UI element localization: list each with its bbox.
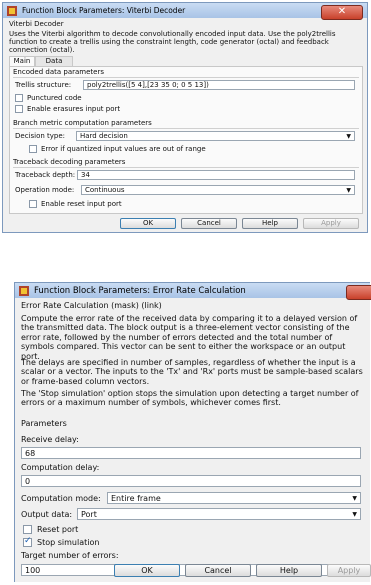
viterbi-window-title: Function Block Parameters: Viterbi Decod… xyxy=(22,6,186,15)
viterbi-apply-button[interactable]: Apply xyxy=(303,218,359,229)
erasures-checkbox[interactable] xyxy=(15,105,23,113)
reset-input-label: Enable reset input port xyxy=(41,200,122,208)
operation-mode-value: Continuous xyxy=(85,186,125,194)
traceback-group-title: Traceback decoding parameters xyxy=(13,158,126,166)
error-rate-heading: Error Rate Calculation (mask) (link) xyxy=(21,301,162,310)
trellis-structure-field[interactable]: poly2trellis([5 4],[23 35 0; 0 5 13]) xyxy=(83,80,355,90)
output-data-label: Output data: xyxy=(21,510,73,519)
computation-mode-label: Computation mode: xyxy=(21,494,101,503)
trellis-label: Trellis structure: xyxy=(15,81,72,89)
computation-mode-value: Entire frame xyxy=(111,494,161,503)
viterbi-titlebar[interactable]: Function Block Parameters: Viterbi Decod… xyxy=(3,1,367,20)
error-rate-window-title: Function Block Parameters: Error Rate Ca… xyxy=(34,285,246,296)
error-rate-close-button[interactable] xyxy=(346,285,371,300)
traceback-depth-label: Traceback depth: xyxy=(15,171,76,179)
error-rate-para3: The 'Stop simulation' option stops the s… xyxy=(21,389,359,408)
parameters-heading: Parameters xyxy=(21,419,67,428)
viterbi-close-button[interactable]: ✕ xyxy=(321,5,363,20)
decision-type-select[interactable]: Hard decision ▼ xyxy=(76,131,355,141)
error-rate-para1: Compute the error rate of the received d… xyxy=(21,314,358,361)
chevron-down-icon: ▼ xyxy=(346,187,351,194)
encoded-group-rule xyxy=(13,77,359,78)
viterbi-block-name: Viterbi Decoder xyxy=(9,20,64,28)
computation-delay-label: Computation delay: xyxy=(21,463,100,472)
decision-type-value: Hard decision xyxy=(80,132,128,140)
computation-mode-select[interactable]: Entire frame ▼ xyxy=(107,492,361,504)
punctured-code-label: Punctured code xyxy=(27,94,82,102)
encoded-group-title: Encoded data parameters xyxy=(13,68,105,76)
chevron-down-icon: ▼ xyxy=(352,495,357,502)
error-rate-help-button[interactable]: Help xyxy=(256,564,322,577)
stop-simulation-label: Stop simulation xyxy=(37,538,100,547)
viterbi-description: Uses the Viterbi algorithm to decode con… xyxy=(9,30,336,54)
punctured-code-checkbox[interactable] xyxy=(15,94,23,102)
error-rate-dialog: Function Block Parameters: Error Rate Ca… xyxy=(14,281,371,582)
tab-main[interactable]: Main xyxy=(9,56,35,66)
branch-group-rule xyxy=(13,128,359,129)
viterbi-ok-button[interactable]: OK xyxy=(120,218,176,229)
receive-delay-field[interactable]: 68 xyxy=(21,447,361,459)
computation-delay-field[interactable]: 0 xyxy=(21,475,361,487)
stop-simulation-checkbox[interactable]: ✓ xyxy=(23,536,32,547)
target-errors-label: Target number of errors: xyxy=(21,551,119,560)
traceback-depth-field[interactable]: 34 xyxy=(77,170,355,180)
reset-port-checkbox[interactable] xyxy=(23,525,32,534)
simulink-block-icon xyxy=(19,281,29,300)
error-rate-titlebar[interactable]: Function Block Parameters: Error Rate Ca… xyxy=(15,281,371,300)
checkmark-icon: ✓ xyxy=(24,536,32,546)
chevron-down-icon: ▼ xyxy=(352,511,357,518)
output-data-value: Port xyxy=(81,510,97,519)
simulink-block-icon xyxy=(7,1,17,20)
tab-data-types[interactable]: Data Types xyxy=(35,56,73,73)
erasures-label: Enable erasures input port xyxy=(27,105,121,113)
error-out-of-range-label: Error if quantized input values are out … xyxy=(41,145,206,153)
output-data-select[interactable]: Port ▼ xyxy=(77,508,361,520)
traceback-group-rule xyxy=(13,167,359,168)
branch-group-title: Branch metric computation parameters xyxy=(13,119,152,127)
reset-port-label: Reset port xyxy=(37,525,79,534)
reset-input-checkbox[interactable] xyxy=(29,200,37,208)
receive-delay-label: Receive delay: xyxy=(21,435,79,444)
viterbi-help-button[interactable]: Help xyxy=(242,218,298,229)
error-rate-ok-button[interactable]: OK xyxy=(114,564,180,577)
viterbi-decoder-dialog: Function Block Parameters: Viterbi Decod… xyxy=(2,2,368,233)
error-out-of-range-checkbox[interactable] xyxy=(29,145,37,153)
operation-mode-select[interactable]: Continuous ▼ xyxy=(81,185,355,195)
operation-mode-label: Operation mode: xyxy=(15,186,75,194)
viterbi-cancel-button[interactable]: Cancel xyxy=(181,218,237,229)
error-rate-apply-button[interactable]: Apply xyxy=(327,564,371,577)
error-rate-cancel-button[interactable]: Cancel xyxy=(185,564,251,577)
error-rate-para2: The delays are specified in number of sa… xyxy=(21,358,363,386)
decision-type-label: Decision type: xyxy=(15,132,66,140)
chevron-down-icon: ▼ xyxy=(346,133,351,140)
